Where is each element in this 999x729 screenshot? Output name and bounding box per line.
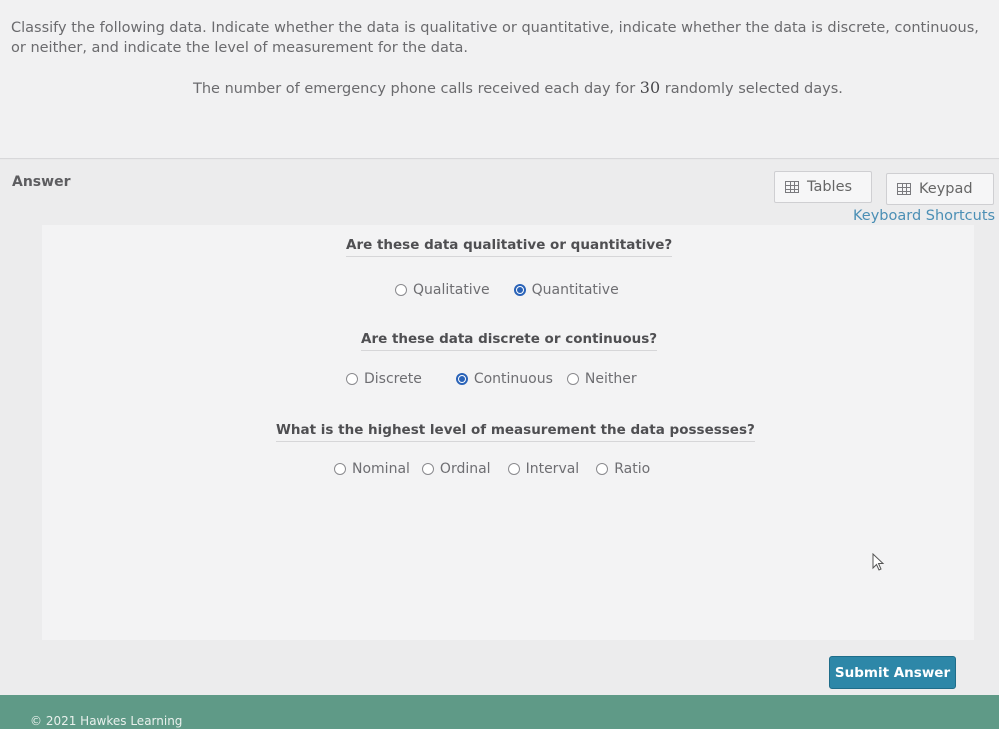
q3-heading: What is the highest level of measurement…: [276, 422, 755, 442]
radio-ratio[interactable]: Ratio: [596, 461, 650, 477]
mouse-cursor-icon: [872, 553, 885, 571]
radio-ratio-label: Ratio: [614, 461, 651, 477]
submit-answer-button[interactable]: Submit Answer: [829, 656, 956, 689]
radio-discrete-circle[interactable]: [346, 373, 358, 385]
q2-options: Discrete Continuous Neither: [346, 371, 637, 387]
radio-discrete[interactable]: Discrete: [346, 371, 422, 387]
radio-ordinal-circle[interactable]: [421, 463, 434, 475]
radio-ordinal-label: Ordinal: [439, 461, 491, 477]
radio-interval[interactable]: Interval: [507, 461, 580, 477]
answer-area: Answer Tables Keypad Keyboard Shortcuts …: [0, 160, 999, 695]
answer-label: Answer: [12, 174, 71, 190]
radio-nominal-circle[interactable]: [334, 463, 346, 475]
prompt-number: 30: [639, 78, 661, 97]
prompt-text-start: The number of emergency phone calls rece…: [193, 81, 640, 97]
radio-quantitative-label: Quantitative: [531, 282, 619, 298]
tables-button[interactable]: Tables: [774, 171, 872, 203]
radio-neither-circle[interactable]: [566, 373, 579, 385]
keypad-icon: [897, 183, 911, 195]
radio-neither-label: Neither: [584, 371, 637, 387]
radio-quantitative-circle[interactable]: [513, 284, 526, 296]
radio-interval-label: Interval: [525, 461, 580, 477]
question-area: Classify the following data. Indicate wh…: [0, 0, 999, 159]
radio-nominal[interactable]: Nominal: [334, 461, 410, 477]
copyright-text: © 2021 Hawkes Learning: [30, 714, 183, 728]
q1-options: Qualitative Quantitative: [395, 282, 619, 298]
radio-interval-circle[interactable]: [507, 463, 520, 475]
instructions-text: Classify the following data. Indicate wh…: [11, 20, 979, 56]
keypad-label: Keypad: [919, 181, 973, 197]
q1-heading: Are these data qualitative or quantitati…: [346, 237, 673, 257]
keyboard-shortcuts-link[interactable]: Keyboard Shortcuts: [853, 208, 995, 224]
q3-options: Nominal Ordinal Interval Ratio: [334, 461, 650, 477]
tables-label: Tables: [807, 179, 853, 195]
answer-panel: Are these data qualitative or quantitati…: [42, 225, 974, 640]
footer-bar: © 2021 Hawkes Learning: [0, 695, 999, 729]
radio-qualitative-circle[interactable]: [395, 284, 407, 296]
radio-continuous-circle[interactable]: [455, 373, 468, 385]
radio-continuous[interactable]: Continuous: [455, 371, 553, 387]
question-prompt: The number of emergency phone calls rece…: [193, 78, 843, 97]
radio-discrete-label: Discrete: [364, 371, 422, 387]
radio-qualitative[interactable]: Qualitative: [395, 282, 490, 298]
radio-nominal-label: Nominal: [352, 461, 410, 477]
table-icon: [785, 181, 799, 193]
radio-ratio-circle[interactable]: [596, 463, 609, 475]
radio-neither[interactable]: Neither: [566, 371, 637, 387]
radio-qualitative-label: Qualitative: [413, 282, 490, 298]
radio-continuous-label: Continuous: [473, 371, 553, 387]
radio-ordinal[interactable]: Ordinal: [421, 461, 491, 477]
keypad-button[interactable]: Keypad: [886, 173, 994, 205]
radio-quantitative[interactable]: Quantitative: [513, 282, 619, 298]
q2-heading: Are these data discrete or continuous?: [361, 331, 658, 351]
prompt-text-end: randomly selected days.: [660, 81, 843, 97]
